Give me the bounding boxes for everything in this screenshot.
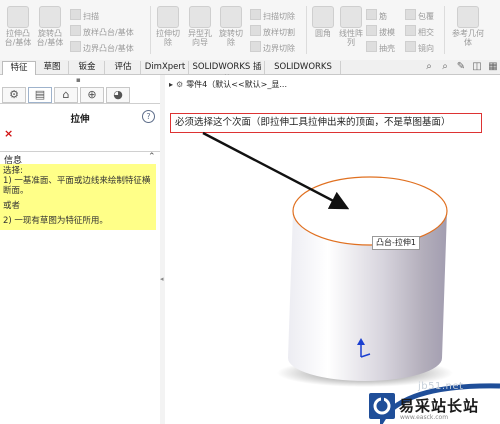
boundary-cut-button[interactable]: 边界切除 [250, 41, 295, 54]
splitter-arrow-icon[interactable]: ◂ [160, 275, 164, 283]
fillet-icon [312, 6, 334, 28]
boundary-boss-icon [70, 41, 81, 52]
lofted-cut-icon [250, 25, 261, 36]
mirror-button[interactable]: 镜向 [405, 41, 434, 54]
help-icon[interactable]: ? [142, 110, 155, 123]
panel-tabs: ⚙ ▤ ⌂ ⊕ ◕ [0, 85, 160, 104]
property-manager-panel: ▪ ⚙ ▤ ⌂ ⊕ ◕ 拉伸 ? × 信息 ⌃ 选择: 1) 一基准面、平面或边… [0, 75, 161, 424]
reference-geometry-button[interactable]: 参考几何体 [450, 4, 486, 56]
wrap-button[interactable]: 包覆 [405, 9, 434, 22]
extrude-cut-icon [157, 6, 179, 28]
display-style-icon[interactable]: ▦ [488, 62, 498, 72]
boundary-cut-icon [250, 41, 261, 52]
configuration-manager-tab-icon[interactable]: ⌂ [54, 87, 78, 103]
display-manager-tab-icon[interactable]: ◕ [106, 87, 130, 103]
draft-icon [366, 25, 377, 36]
graphics-area[interactable]: ▸ ⚙ 零件4（默认<<默认>_显... 必须选择这个次面（即拉伸工具拉伸出来的顶面… [165, 75, 500, 424]
feature-tooltip: 凸台-拉伸1 [372, 236, 420, 250]
tab-solidworks-mbd[interactable]: SOLIDWORKS MBD [266, 61, 341, 85]
dimxpert-manager-tab-icon[interactable]: ⊕ [80, 87, 104, 103]
draft-button[interactable]: 拔模 [366, 25, 395, 38]
info-line: 选择: [3, 166, 23, 176]
extrude-boss-button[interactable]: 拉伸凸台/基体 [4, 4, 32, 56]
watermark-name: 易采站长站 [399, 397, 480, 415]
lofted-cut-button[interactable]: 放样切割 [250, 25, 295, 38]
model-view[interactable] [165, 75, 500, 424]
ribbon-separator [150, 6, 151, 54]
ribbon-separator [444, 6, 445, 54]
view-orientation-icon[interactable]: ◫ [472, 62, 482, 72]
extrude-boss-icon [7, 6, 29, 28]
collapse-handle-icon[interactable]: ▪ [76, 76, 81, 84]
extrude-cut-button[interactable]: 拉伸切除 [154, 4, 182, 56]
loft-icon [70, 25, 81, 36]
watermark-subtext: www.easck.com [400, 414, 449, 421]
callout-arrow [202, 131, 350, 210]
mirror-icon [405, 41, 416, 52]
info-line: 2) 一现有草图为特征所用。 [3, 216, 108, 226]
linear-pattern-icon [340, 6, 362, 28]
sweep-icon [70, 9, 81, 20]
revolve-boss-button[interactable]: 旋转凸台/基体 [36, 4, 64, 56]
chevron-up-icon[interactable]: ⌃ [148, 152, 156, 162]
shell-icon [366, 41, 377, 52]
cancel-close-icon[interactable]: × [4, 127, 13, 140]
intersect-icon [405, 25, 416, 36]
revolve-boss-icon [39, 6, 61, 28]
search-icon[interactable]: ⌕ [424, 62, 434, 72]
watermark-logo-icon [369, 393, 395, 419]
info-message-box: 选择: 1) 一基准面、平面或边线来绘制特征横断面。 或者 2) 一现有草图为特… [0, 164, 156, 230]
tab-sketch[interactable]: 草图 [36, 61, 69, 74]
tab-dimxpert[interactable]: DimXpert [142, 61, 189, 74]
ribbon-separator [306, 6, 307, 54]
tab-evaluate[interactable]: 评估 [106, 61, 141, 74]
info-section-header[interactable]: 信息 ⌃ [0, 151, 160, 166]
revolve-cut-button[interactable]: 旋转切除 [217, 4, 245, 56]
sweep-button[interactable]: 扫描 [70, 9, 99, 22]
rib-button[interactable]: 筋 [366, 9, 387, 22]
info-line: 1) 一基准面、平面或边线来绘制特征横断面。 [3, 176, 151, 196]
shell-button[interactable]: 抽壳 [366, 41, 395, 54]
zoom-icon[interactable]: ⌕ [440, 62, 450, 72]
boundary-boss-button[interactable]: 边界凸台/基体 [70, 41, 134, 54]
command-ribbon: 拉伸凸台/基体 旋转凸台/基体 扫描 放样凸台/基体 边界凸台/基体 拉伸切除 … [0, 0, 500, 61]
swept-cut-icon [250, 9, 261, 20]
tab-sheet-metal[interactable]: 钣金 [70, 61, 105, 74]
watermark-domain: jb51.net [418, 381, 464, 392]
cylinder-top-face[interactable] [292, 176, 448, 246]
swept-cut-button[interactable]: 扫描切除 [250, 9, 295, 22]
info-line: 或者 [3, 201, 21, 211]
intersect-button[interactable]: 相交 [405, 25, 434, 38]
hole-wizard-icon [189, 6, 211, 28]
fillet-button[interactable]: 圆角 [309, 4, 337, 56]
linear-pattern-button[interactable]: 线性阵列 [337, 4, 365, 56]
tab-solidworks-addins[interactable]: SOLIDWORKS 插件 [190, 61, 265, 85]
loft-button[interactable]: 放样凸台/基体 [70, 25, 134, 38]
rib-icon [366, 9, 377, 20]
hole-wizard-button[interactable]: 异型孔向导 [186, 4, 214, 56]
wrap-icon [405, 9, 416, 20]
feature-manager-tab-icon[interactable]: ⚙ [2, 87, 26, 103]
property-manager-title: 拉伸 [70, 114, 90, 125]
property-manager-tab-icon[interactable]: ▤ [28, 87, 52, 103]
revolve-cut-icon [220, 6, 242, 28]
reference-geometry-icon [457, 6, 479, 28]
tab-features[interactable]: 特征 [2, 61, 36, 75]
pencil-icon[interactable]: ✎ [456, 62, 466, 72]
